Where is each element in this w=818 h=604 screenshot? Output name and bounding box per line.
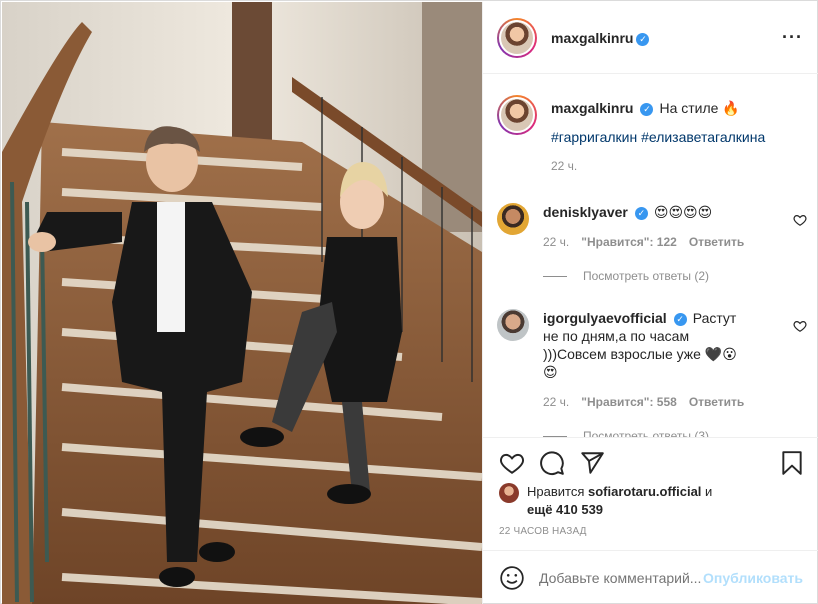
comment-item: igorgulyaevofficial ✓ Растут не по дням,а … [497, 309, 807, 437]
comment-text: 😍😍😍😍 [653, 204, 713, 220]
view-replies-label: Посмотреть ответы (2) [583, 269, 710, 283]
comment-avatar[interactable] [497, 203, 529, 235]
post-header: maxgalkinru ✓ ··· [483, 2, 818, 74]
post-photo-image [2, 2, 482, 604]
comment-bubble-icon[interactable] [539, 450, 565, 476]
comment-meta: 22 ч. "Нравится": 122 Ответить [543, 235, 783, 249]
share-send-icon[interactable] [579, 450, 605, 476]
view-replies[interactable]: Посмотреть ответы (2) [543, 269, 783, 283]
post-sidebar: maxgalkinru ✓ ··· maxgalkinru ✓ На стиле 🔥 … [482, 2, 818, 604]
comment-meta: 22 ч. "Нравится": 558 Ответить [543, 395, 783, 409]
verified-icon: ✓ [634, 207, 648, 220]
post-time-ago[interactable]: 22 ЧАСОВ НАЗАД [499, 526, 587, 537]
bookmark-icon[interactable] [779, 450, 805, 476]
reply-button[interactable]: Ответить [689, 395, 744, 409]
likes-summary: Нравится sofiarotaru.official и ещё 410 … [499, 483, 809, 519]
view-replies[interactable]: Посмотреть ответы (3) [543, 429, 783, 437]
liker-avatar[interactable] [499, 483, 519, 503]
author-name-wrap: maxgalkinru ✓ [551, 30, 650, 46]
likes-text: Нравится sofiarotaru.official и ещё 410 … [527, 483, 712, 519]
reply-button[interactable]: Ответить [689, 235, 744, 249]
caption-hashtags[interactable]: #гарригалкин #елизаветагалкина [551, 129, 807, 145]
emoji-smile-icon[interactable] [499, 565, 525, 591]
like-heart-icon[interactable] [499, 450, 525, 476]
comment-item: denisklyaver ✓ 😍😍😍😍 22 ч. "Нравится": 122 От… [497, 203, 807, 283]
author-avatar[interactable] [497, 17, 537, 58]
liker-username[interactable]: sofiarotaru.official [588, 484, 701, 499]
verified-icon: ✓ [640, 103, 654, 116]
add-comment-bar: Опубликовать [483, 550, 818, 604]
comment-author[interactable]: igorgulyaevofficial [543, 310, 667, 326]
post-window: maxgalkinru ✓ ··· maxgalkinru ✓ На стиле 🔥 … [0, 0, 818, 604]
comment-avatar[interactable] [497, 309, 529, 341]
more-options-icon[interactable]: ··· [782, 28, 803, 46]
likes-others[interactable]: ещё 410 539 [527, 502, 603, 517]
post-photo[interactable] [2, 2, 482, 604]
likes-suffix: и [705, 484, 713, 499]
comment-author[interactable]: denisklyaver [543, 204, 628, 220]
caption-meta: 22 ч. [551, 159, 807, 173]
caption-text: На стиле 🔥 [659, 100, 740, 116]
comment-time[interactable]: 22 ч. [543, 395, 569, 409]
publish-button[interactable]: Опубликовать [703, 570, 803, 586]
comment-time[interactable]: 22 ч. [543, 235, 569, 249]
view-replies-label: Посмотреть ответы (3) [583, 429, 710, 437]
comment-input[interactable] [539, 569, 709, 586]
caption-avatar[interactable] [497, 95, 537, 135]
comment-like-icon[interactable] [793, 319, 807, 333]
comment-likes[interactable]: "Нравится": 122 [581, 235, 677, 249]
caption-time[interactable]: 22 ч. [551, 159, 577, 173]
comments-list[interactable]: maxgalkinru ✓ На стиле 🔥 #гарригалкин #ели… [483, 75, 818, 437]
caption-author[interactable]: maxgalkinru [551, 100, 633, 116]
comment-likes[interactable]: "Нравится": 558 [581, 395, 677, 409]
likes-prefix: Нравится [527, 484, 585, 499]
author-username[interactable]: maxgalkinru [551, 30, 633, 46]
comment-like-icon[interactable] [793, 213, 807, 227]
verified-icon: ✓ [636, 32, 650, 46]
caption: maxgalkinru ✓ На стиле 🔥 #гарригалкин #ели… [497, 95, 807, 173]
verified-icon: ✓ [673, 313, 687, 326]
